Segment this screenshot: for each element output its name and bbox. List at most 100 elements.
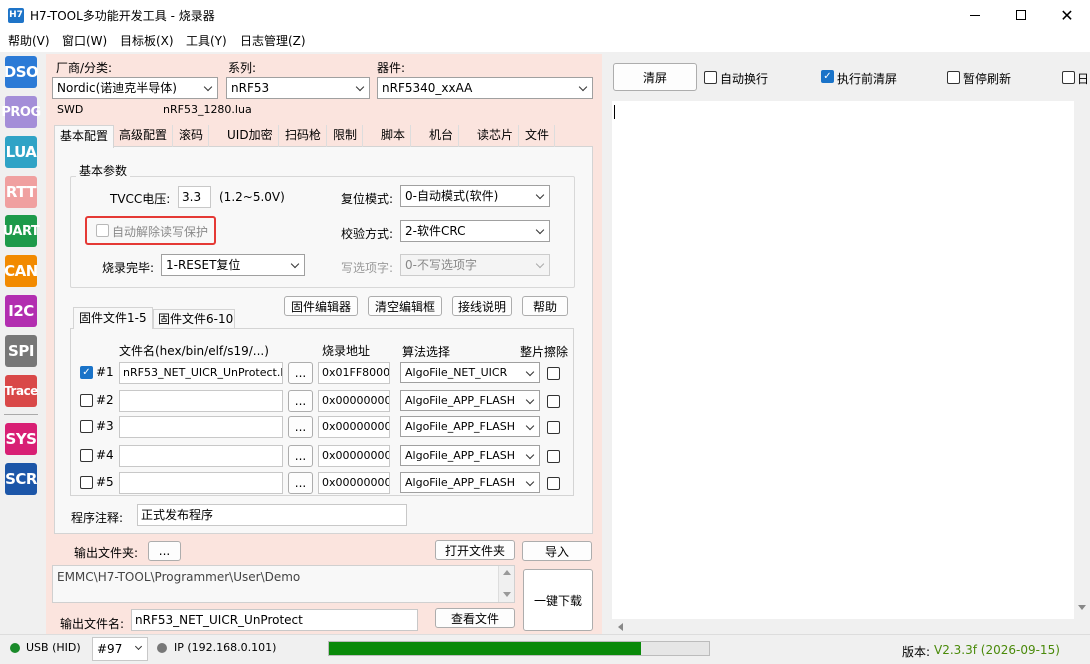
output-path-scrollbar[interactable] <box>498 566 514 602</box>
verify-select[interactable]: 2-软件CRC <box>400 220 550 242</box>
tvcc-input[interactable]: 3.3 <box>178 186 211 208</box>
reset-mode-select[interactable]: 0-自动模式(软件) <box>400 185 550 207</box>
minimize-button[interactable] <box>952 0 998 30</box>
nav-can-button[interactable]: CAN <box>4 255 38 287</box>
output-folder-browse-button[interactable]: ... <box>148 541 181 561</box>
tab-firmware-6-10[interactable]: 固件文件6-10 <box>153 309 235 329</box>
chip-erase-checkbox[interactable] <box>547 395 560 408</box>
menu-target[interactable]: 目标板(X) <box>120 32 174 49</box>
close-icon: ✕ <box>1060 5 1074 25</box>
file-address-input[interactable]: 0x00000000 <box>318 390 390 412</box>
verify-label: 校验方式: <box>341 227 394 241</box>
file-browse-button[interactable]: ... <box>288 472 313 494</box>
file-algorithm-select[interactable]: AlgoFile_APP_FLASH <box>400 416 540 437</box>
file-address-input[interactable]: 0x00000000 <box>318 472 390 494</box>
file-address-input[interactable]: 0x00000000 <box>318 445 390 467</box>
tab-scanner[interactable]: 扫码枪 <box>280 125 328 147</box>
file-enable-checkbox[interactable] <box>80 394 93 407</box>
chip-erase-checkbox[interactable] <box>547 450 560 463</box>
nav-prog-button[interactable]: PROG <box>1 96 41 128</box>
file-algorithm-select[interactable]: AlgoFile_NET_UICR <box>400 362 540 383</box>
nav-uart-button[interactable]: UART <box>3 215 40 247</box>
output-path: EMMC\H7-TOOL\Programmer\User\Demo <box>57 570 301 584</box>
nav-sys-button[interactable]: SYS <box>5 423 37 455</box>
tab-limit[interactable]: 限制 <box>328 125 364 147</box>
file-name-input[interactable] <box>119 445 283 467</box>
auto-wrap-checkbox[interactable] <box>704 71 717 84</box>
view-file-button[interactable]: 查看文件 <box>435 608 515 628</box>
output-path-box[interactable]: EMMC\H7-TOOL\Programmer\User\Demo <box>52 565 515 603</box>
vendor-select[interactable]: Nordic(诺迪克半导体) <box>52 77 218 99</box>
tab-read-chip[interactable]: 读芯片 <box>472 125 520 147</box>
log-clear-button[interactable]: 清屏 <box>613 63 697 91</box>
auto-unprotect-checkbox[interactable] <box>96 224 109 237</box>
file-browse-button[interactable]: ... <box>288 416 313 438</box>
tab-uid[interactable]: UID加密 <box>222 125 279 147</box>
clear-before-checkbox[interactable]: ✓ <box>821 70 834 83</box>
file-browse-button[interactable]: ... <box>288 362 313 384</box>
open-folder-button[interactable]: 打开文件夹 <box>435 540 515 560</box>
one-click-download-button[interactable]: 一键下载 <box>523 569 593 631</box>
menu-log[interactable]: 日志管理(Z) <box>240 32 306 49</box>
pause-refresh-checkbox[interactable] <box>947 71 960 84</box>
scroll-down-icon <box>1078 605 1086 610</box>
file-name-input[interactable]: nRF53_NET_UICR_UnProtect.bin <box>119 362 283 384</box>
nav-lua-button[interactable]: LUA <box>5 136 37 168</box>
file-browse-button[interactable]: ... <box>288 445 313 467</box>
close-button[interactable]: ✕ <box>1044 0 1090 30</box>
log-output[interactable] <box>612 101 1074 619</box>
tab-basic[interactable]: 基本配置 <box>54 125 115 148</box>
nav-rtt-button[interactable]: RTT <box>5 176 37 208</box>
file-name-input[interactable] <box>119 472 283 494</box>
tab-rolling-code[interactable]: 滚码 <box>174 125 210 147</box>
import-button[interactable]: 导入 <box>522 541 592 561</box>
menu-window[interactable]: 窗口(W) <box>62 32 107 49</box>
nav-dso-button[interactable]: DSO <box>4 56 39 88</box>
log-horizontal-scrollbar[interactable] <box>612 619 1074 634</box>
write-option-select[interactable]: 0-不写选项字 <box>400 254 550 276</box>
auto-unprotect-label: 自动解除读写保护 <box>112 225 209 239</box>
interface-text: SWD <box>57 103 84 116</box>
wiring-button[interactable]: 接线说明 <box>452 296 512 316</box>
file-enable-checkbox[interactable]: ✓ <box>80 366 93 379</box>
file-enable-checkbox[interactable] <box>80 420 93 433</box>
tvcc-label: TVCC电压: <box>110 192 171 206</box>
nav-trace-button[interactable]: Trace <box>4 375 38 407</box>
menu-tools[interactable]: 工具(Y) <box>186 32 227 49</box>
maximize-button[interactable] <box>998 0 1044 30</box>
chip-erase-checkbox[interactable] <box>547 367 560 380</box>
device-number-select[interactable]: #97 <box>92 637 148 661</box>
file-browse-button[interactable]: ... <box>288 390 313 412</box>
clear-editor-button[interactable]: 清空编辑框 <box>368 296 442 316</box>
file-address-input[interactable]: 0x01FF8000 <box>318 362 390 384</box>
file-algorithm-select[interactable]: AlgoFile_APP_FLASH <box>400 390 540 411</box>
chip-erase-checkbox[interactable] <box>547 421 560 434</box>
help-button[interactable]: 帮助 <box>522 296 568 316</box>
nav-scr-button[interactable]: SCR <box>5 463 37 495</box>
log-vertical-scrollbar[interactable] <box>1074 101 1090 619</box>
file-enable-checkbox[interactable] <box>80 476 93 489</box>
tab-machine[interactable]: 机台 <box>424 125 460 147</box>
done-select[interactable]: 1-RESET复位 <box>161 254 305 276</box>
file-algorithm-select[interactable]: AlgoFile_APP_FLASH <box>400 445 540 466</box>
output-filename-input[interactable]: nRF53_NET_UICR_UnProtect <box>131 609 418 631</box>
scroll-down-icon <box>503 592 511 597</box>
firmware-editor-button[interactable]: 固件编辑器 <box>284 296 358 316</box>
nav-i2c-button[interactable]: I2C <box>5 295 37 327</box>
tab-advanced[interactable]: 高级配置 <box>114 125 174 147</box>
file-algorithm-select[interactable]: AlgoFile_APP_FLASH <box>400 472 540 493</box>
tab-file[interactable]: 文件 <box>520 125 556 147</box>
nav-spi-button[interactable]: SPI <box>5 335 37 367</box>
tab-firmware-1-5[interactable]: 固件文件1-5 <box>73 307 153 329</box>
date-checkbox[interactable] <box>1062 71 1075 84</box>
tab-script[interactable]: 脚本 <box>376 125 412 147</box>
file-name-input[interactable] <box>119 416 283 438</box>
device-select[interactable]: nRF5340_xxAA <box>377 77 593 99</box>
series-select[interactable]: nRF53 <box>226 77 370 99</box>
comment-input[interactable]: 正式发布程序 <box>137 504 407 526</box>
file-name-input[interactable] <box>119 390 283 412</box>
file-address-input[interactable]: 0x00000000 <box>318 416 390 438</box>
menu-help[interactable]: 帮助(V) <box>8 32 50 49</box>
file-enable-checkbox[interactable] <box>80 449 93 462</box>
chip-erase-checkbox[interactable] <box>547 477 560 490</box>
